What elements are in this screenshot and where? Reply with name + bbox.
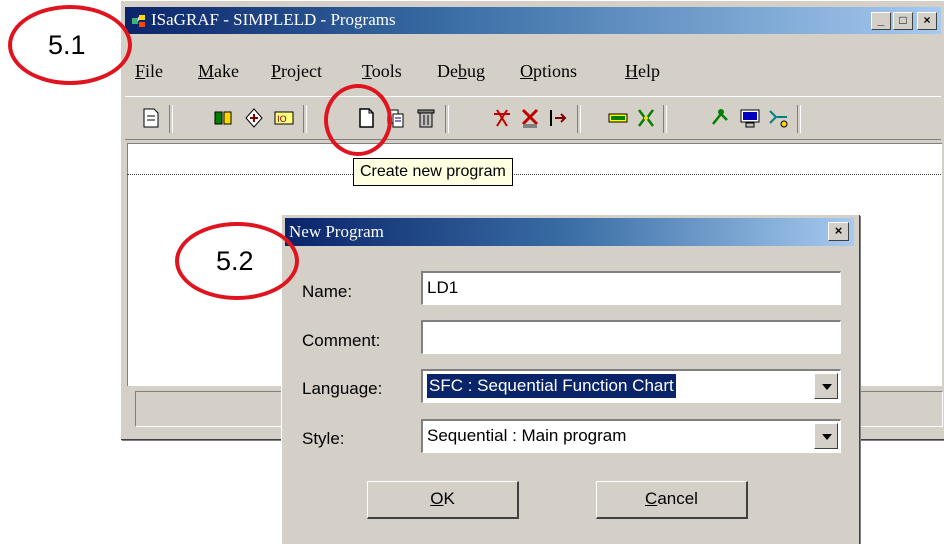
language-select[interactable]: SFC : Sequential Function Chart (421, 369, 841, 403)
chevron-down-icon[interactable] (814, 373, 838, 399)
menu-make[interactable]: Make (198, 61, 239, 82)
menu-file[interactable]: File (135, 61, 163, 82)
style-label: Style: (302, 429, 345, 448)
selection-row (127, 174, 941, 175)
comment-field[interactable] (421, 320, 841, 354)
style-select[interactable]: Sequential : Main program (421, 419, 841, 453)
link-icon[interactable] (243, 106, 265, 130)
toolbar-separator (445, 105, 449, 133)
menu-bar: File Make Project Tools Debug Options Help (125, 61, 941, 91)
new-program-dialog: New Program × Name: LD1 Comment: Languag… (281, 214, 859, 544)
language-selected-value: SFC : Sequential Function Chart (427, 374, 676, 398)
menu-tools[interactable]: Tools (362, 61, 402, 82)
delete-program-icon[interactable] (415, 106, 437, 130)
main-window-title: ISaGRAF - SIMPLELD - Programs (151, 10, 396, 29)
menu-debug[interactable]: Debug (437, 61, 485, 82)
toolbar-separator (303, 105, 307, 133)
io-settings-icon[interactable] (635, 106, 657, 130)
menu-options[interactable]: Options (520, 61, 577, 82)
verify-icon[interactable] (519, 106, 541, 130)
dialog-close-button[interactable]: × (828, 222, 849, 241)
simulate-icon[interactable] (491, 106, 513, 130)
properties-icon[interactable] (140, 106, 162, 130)
style-selected-value: Sequential : Main program (427, 426, 627, 445)
callout-label-5-1: 5.1 (48, 30, 86, 60)
download-icon[interactable] (547, 106, 569, 130)
name-field[interactable]: LD1 (421, 271, 841, 305)
callout-label-5-2: 5.2 (216, 246, 254, 276)
monitor-icon[interactable] (739, 106, 761, 130)
minimize-button[interactable]: _ (871, 12, 891, 30)
io-connection-icon[interactable] (607, 106, 629, 130)
toolbar-separator (797, 105, 801, 133)
maximize-button[interactable]: □ (893, 12, 913, 30)
toolbar-separator (663, 105, 667, 133)
comment-label: Comment: (302, 331, 381, 350)
close-button[interactable]: × (917, 12, 937, 30)
toolbar: IO (125, 96, 941, 140)
make-application-icon[interactable] (213, 106, 235, 130)
toolbar-separator (169, 105, 173, 133)
menu-project[interactable]: Project (271, 61, 322, 82)
communication-icon[interactable] (767, 106, 789, 130)
ok-button[interactable]: OK (367, 481, 519, 519)
svg-text:IO: IO (277, 115, 287, 125)
dialog-titlebar[interactable]: New Program × (285, 218, 854, 246)
menu-help[interactable]: Help (625, 61, 660, 82)
cancel-button[interactable]: Cancel (596, 481, 748, 519)
chevron-down-icon[interactable] (814, 423, 838, 449)
dialog-title: New Program (289, 222, 384, 241)
language-label: Language: (302, 379, 383, 398)
debug-icon[interactable] (709, 106, 731, 130)
variables-icon[interactable]: IO (273, 106, 295, 130)
tooltip-create-new-program: Create new program (353, 158, 513, 186)
main-titlebar[interactable]: ISaGRAF - SIMPLELD - Programs _ □ × (125, 7, 941, 34)
highlight-circle-new-program (324, 84, 392, 156)
toolbar-separator (577, 105, 581, 133)
name-label: Name: (302, 282, 353, 301)
isagraf-app-icon (132, 15, 145, 27)
